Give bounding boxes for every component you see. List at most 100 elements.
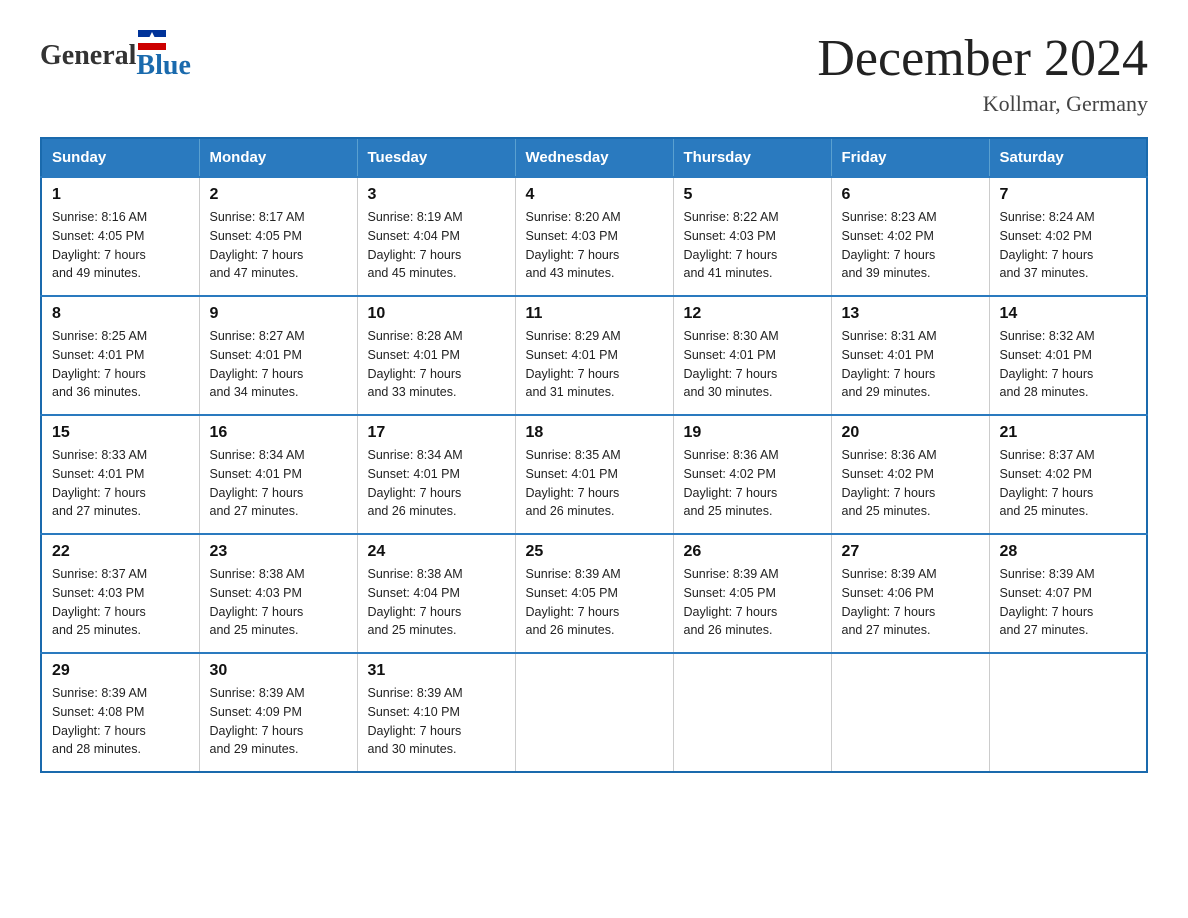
day-number: 2 (210, 186, 347, 204)
day-number: 23 (210, 543, 347, 561)
day-info: Sunrise: 8:39 AM Sunset: 4:05 PM Dayligh… (526, 565, 663, 640)
logo-blue-part: Blue (136, 30, 190, 82)
calendar-cell: 31 Sunrise: 8:39 AM Sunset: 4:10 PM Dayl… (357, 653, 515, 772)
calendar-week-row: 8 Sunrise: 8:25 AM Sunset: 4:01 PM Dayli… (41, 296, 1147, 415)
header-day-friday: Friday (831, 138, 989, 177)
day-number: 16 (210, 424, 347, 442)
calendar-table: SundayMondayTuesdayWednesdayThursdayFrid… (40, 137, 1148, 773)
day-number: 18 (526, 424, 663, 442)
day-number: 25 (526, 543, 663, 561)
calendar-cell (831, 653, 989, 772)
calendar-cell: 4 Sunrise: 8:20 AM Sunset: 4:03 PM Dayli… (515, 177, 673, 296)
day-number: 20 (842, 424, 979, 442)
calendar-cell (673, 653, 831, 772)
title-area: December 2024 Kollmar, Germany (817, 30, 1148, 117)
calendar-cell: 12 Sunrise: 8:30 AM Sunset: 4:01 PM Dayl… (673, 296, 831, 415)
day-info: Sunrise: 8:39 AM Sunset: 4:07 PM Dayligh… (1000, 565, 1137, 640)
calendar-cell: 10 Sunrise: 8:28 AM Sunset: 4:01 PM Dayl… (357, 296, 515, 415)
calendar-cell: 3 Sunrise: 8:19 AM Sunset: 4:04 PM Dayli… (357, 177, 515, 296)
day-number: 19 (684, 424, 821, 442)
day-number: 12 (684, 305, 821, 323)
day-number: 17 (368, 424, 505, 442)
day-number: 28 (1000, 543, 1137, 561)
day-info: Sunrise: 8:28 AM Sunset: 4:01 PM Dayligh… (368, 327, 505, 402)
day-info: Sunrise: 8:39 AM Sunset: 4:10 PM Dayligh… (368, 684, 505, 759)
day-number: 3 (368, 186, 505, 204)
calendar-week-row: 29 Sunrise: 8:39 AM Sunset: 4:08 PM Dayl… (41, 653, 1147, 772)
header-day-thursday: Thursday (673, 138, 831, 177)
day-info: Sunrise: 8:39 AM Sunset: 4:05 PM Dayligh… (684, 565, 821, 640)
day-info: Sunrise: 8:35 AM Sunset: 4:01 PM Dayligh… (526, 446, 663, 521)
day-info: Sunrise: 8:23 AM Sunset: 4:02 PM Dayligh… (842, 208, 979, 283)
day-info: Sunrise: 8:39 AM Sunset: 4:08 PM Dayligh… (52, 684, 189, 759)
day-info: Sunrise: 8:29 AM Sunset: 4:01 PM Dayligh… (526, 327, 663, 402)
day-number: 4 (526, 186, 663, 204)
day-number: 29 (52, 662, 189, 680)
day-number: 8 (52, 305, 189, 323)
day-number: 10 (368, 305, 505, 323)
calendar-cell: 20 Sunrise: 8:36 AM Sunset: 4:02 PM Dayl… (831, 415, 989, 534)
calendar-cell: 19 Sunrise: 8:36 AM Sunset: 4:02 PM Dayl… (673, 415, 831, 534)
day-number: 31 (368, 662, 505, 680)
day-info: Sunrise: 8:36 AM Sunset: 4:02 PM Dayligh… (684, 446, 821, 521)
day-number: 1 (52, 186, 189, 204)
calendar-cell: 21 Sunrise: 8:37 AM Sunset: 4:02 PM Dayl… (989, 415, 1147, 534)
calendar-week-row: 1 Sunrise: 8:16 AM Sunset: 4:05 PM Dayli… (41, 177, 1147, 296)
day-number: 24 (368, 543, 505, 561)
calendar-cell: 8 Sunrise: 8:25 AM Sunset: 4:01 PM Dayli… (41, 296, 199, 415)
day-number: 22 (52, 543, 189, 561)
header-day-monday: Monday (199, 138, 357, 177)
day-info: Sunrise: 8:38 AM Sunset: 4:04 PM Dayligh… (368, 565, 505, 640)
day-info: Sunrise: 8:34 AM Sunset: 4:01 PM Dayligh… (210, 446, 347, 521)
calendar-week-row: 15 Sunrise: 8:33 AM Sunset: 4:01 PM Dayl… (41, 415, 1147, 534)
day-number: 14 (1000, 305, 1137, 323)
header-day-saturday: Saturday (989, 138, 1147, 177)
day-number: 30 (210, 662, 347, 680)
calendar-cell: 6 Sunrise: 8:23 AM Sunset: 4:02 PM Dayli… (831, 177, 989, 296)
day-number: 11 (526, 305, 663, 323)
calendar-cell: 30 Sunrise: 8:39 AM Sunset: 4:09 PM Dayl… (199, 653, 357, 772)
calendar-cell: 7 Sunrise: 8:24 AM Sunset: 4:02 PM Dayli… (989, 177, 1147, 296)
header-day-wednesday: Wednesday (515, 138, 673, 177)
day-info: Sunrise: 8:16 AM Sunset: 4:05 PM Dayligh… (52, 208, 189, 283)
page-title: December 2024 (817, 30, 1148, 87)
day-info: Sunrise: 8:25 AM Sunset: 4:01 PM Dayligh… (52, 327, 189, 402)
calendar-cell: 16 Sunrise: 8:34 AM Sunset: 4:01 PM Dayl… (199, 415, 357, 534)
day-info: Sunrise: 8:39 AM Sunset: 4:06 PM Dayligh… (842, 565, 979, 640)
day-number: 5 (684, 186, 821, 204)
calendar-cell: 25 Sunrise: 8:39 AM Sunset: 4:05 PM Dayl… (515, 534, 673, 653)
logo-flag-icon (138, 30, 166, 50)
logo: General Blue (40, 30, 191, 82)
day-info: Sunrise: 8:20 AM Sunset: 4:03 PM Dayligh… (526, 208, 663, 283)
day-info: Sunrise: 8:33 AM Sunset: 4:01 PM Dayligh… (52, 446, 189, 521)
calendar-cell: 23 Sunrise: 8:38 AM Sunset: 4:03 PM Dayl… (199, 534, 357, 653)
logo-general-text: General (40, 40, 136, 72)
day-number: 7 (1000, 186, 1137, 204)
calendar-cell: 13 Sunrise: 8:31 AM Sunset: 4:01 PM Dayl… (831, 296, 989, 415)
day-info: Sunrise: 8:39 AM Sunset: 4:09 PM Dayligh… (210, 684, 347, 759)
day-info: Sunrise: 8:37 AM Sunset: 4:03 PM Dayligh… (52, 565, 189, 640)
day-info: Sunrise: 8:19 AM Sunset: 4:04 PM Dayligh… (368, 208, 505, 283)
calendar-cell (515, 653, 673, 772)
calendar-cell: 2 Sunrise: 8:17 AM Sunset: 4:05 PM Dayli… (199, 177, 357, 296)
page-subtitle: Kollmar, Germany (817, 91, 1148, 117)
day-info: Sunrise: 8:38 AM Sunset: 4:03 PM Dayligh… (210, 565, 347, 640)
day-info: Sunrise: 8:24 AM Sunset: 4:02 PM Dayligh… (1000, 208, 1137, 283)
calendar-cell (989, 653, 1147, 772)
day-number: 15 (52, 424, 189, 442)
calendar-cell: 28 Sunrise: 8:39 AM Sunset: 4:07 PM Dayl… (989, 534, 1147, 653)
calendar-cell: 11 Sunrise: 8:29 AM Sunset: 4:01 PM Dayl… (515, 296, 673, 415)
page-header: General Blue December 2024 Kollmar, Germ… (40, 30, 1148, 117)
header-day-tuesday: Tuesday (357, 138, 515, 177)
day-info: Sunrise: 8:36 AM Sunset: 4:02 PM Dayligh… (842, 446, 979, 521)
day-info: Sunrise: 8:31 AM Sunset: 4:01 PM Dayligh… (842, 327, 979, 402)
day-number: 6 (842, 186, 979, 204)
day-number: 21 (1000, 424, 1137, 442)
day-number: 9 (210, 305, 347, 323)
calendar-cell: 27 Sunrise: 8:39 AM Sunset: 4:06 PM Dayl… (831, 534, 989, 653)
calendar-cell: 1 Sunrise: 8:16 AM Sunset: 4:05 PM Dayli… (41, 177, 199, 296)
day-info: Sunrise: 8:27 AM Sunset: 4:01 PM Dayligh… (210, 327, 347, 402)
day-number: 27 (842, 543, 979, 561)
logo-blue-text: Blue (136, 50, 190, 82)
calendar-cell: 29 Sunrise: 8:39 AM Sunset: 4:08 PM Dayl… (41, 653, 199, 772)
